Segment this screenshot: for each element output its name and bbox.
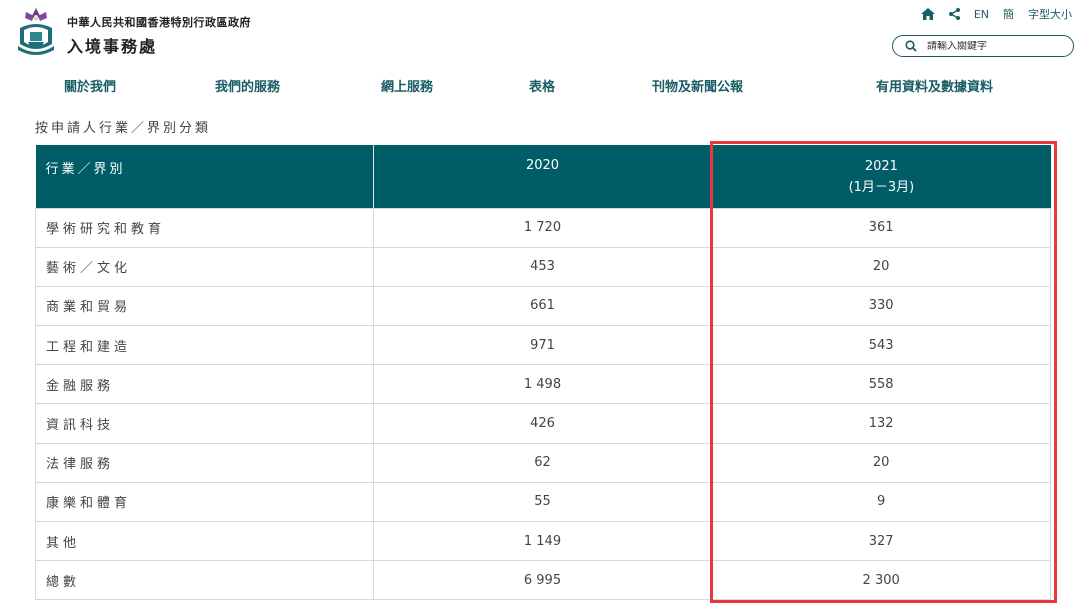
- table-row: 工程和建造 971 543: [35, 325, 1051, 366]
- header-2020: 2020: [373, 145, 713, 208]
- row-2020-cell: 453: [372, 246, 713, 287]
- row-2020-cell: 661: [372, 285, 713, 327]
- nav-our-services[interactable]: 我們的服務: [215, 76, 280, 95]
- row-sector-cell: 總數: [35, 560, 374, 601]
- row-2020-cell: 55: [372, 481, 713, 523]
- row-2020-cell: 1 149: [372, 520, 713, 562]
- row-2020-cell: 971: [372, 325, 713, 366]
- row-2020-cell: 1 498: [372, 364, 713, 405]
- language-simplified-link[interactable]: 簡: [1003, 6, 1014, 22]
- header-sector: 行業／界別: [35, 145, 374, 208]
- department-title[interactable]: 入境事務處: [67, 33, 157, 57]
- statistics-table: 行業／界別 2020 2021 (1月－3月) 學術研究和教育 1 720 361 藝…: [35, 145, 1051, 601]
- table-row: 商業和貿易 661 330: [35, 285, 1051, 327]
- row-sector-cell: 金融服務: [35, 364, 374, 405]
- table-row: 法律服務 62 20: [35, 442, 1051, 483]
- table-row: 其他 1 149 327: [35, 520, 1051, 562]
- table-header-row: 行業／界別 2020 2021 (1月－3月): [35, 145, 1051, 208]
- search-icon[interactable]: [905, 40, 917, 52]
- nav-forms[interactable]: 表格: [529, 76, 555, 95]
- row-2020-cell: 62: [372, 442, 713, 483]
- table-row: 藝術／文化 453 20: [35, 246, 1051, 287]
- row-sector-cell: 康樂和體育: [35, 481, 374, 523]
- share-icon[interactable]: [948, 8, 960, 20]
- row-2021-cell: 132: [711, 403, 1051, 444]
- row-sector-cell: 學術研究和教育: [35, 207, 374, 248]
- row-2021-cell: 361: [711, 207, 1051, 248]
- row-sector-cell: 資訊科技: [35, 403, 374, 444]
- row-2021-cell: 558: [711, 364, 1051, 405]
- row-sector-cell: 商業和貿易: [35, 285, 374, 327]
- table-row: 資訊科技 426 132: [35, 403, 1051, 444]
- home-icon[interactable]: [920, 8, 935, 20]
- row-sector-cell: 工程和建造: [35, 325, 374, 366]
- row-2020-cell: 426: [372, 403, 713, 444]
- row-2021-cell: 543: [711, 325, 1051, 366]
- header-2021-period: (1月－3月): [848, 180, 915, 195]
- table-row: 學術研究和教育 1 720 361: [35, 207, 1051, 248]
- row-2020-cell: 6 995: [372, 560, 713, 601]
- nav-publications-press[interactable]: 刊物及新聞公報: [652, 76, 743, 95]
- table-row: 金融服務 1 498 558: [35, 364, 1051, 405]
- nav-useful-info-statistics[interactable]: 有用資料及數據資料: [876, 76, 993, 95]
- row-sector-cell: 其他: [35, 520, 374, 562]
- table-row: 總數 6 995 2 300: [35, 560, 1051, 601]
- row-2021-cell: 2 300: [711, 560, 1051, 601]
- font-size-link[interactable]: 字型大小: [1028, 6, 1072, 22]
- table-row: 康樂和體育 55 9: [35, 481, 1051, 523]
- site-header: 中華人民共和國香港特別行政區政府 入境事務處 EN 簡 字型大小: [0, 0, 1080, 70]
- nav-online-services[interactable]: 網上服務: [381, 76, 433, 95]
- row-2021-cell: 330: [711, 285, 1051, 327]
- row-2020-cell: 1 720: [372, 207, 713, 248]
- government-title: 中華人民共和國香港特別行政區政府: [67, 16, 251, 29]
- nav-about-us[interactable]: 關於我們: [64, 76, 116, 95]
- row-2021-cell: 20: [711, 246, 1051, 287]
- header-2021: 2021 (1月－3月): [711, 145, 1051, 208]
- search-input[interactable]: [927, 40, 1057, 52]
- row-sector-cell: 藝術／文化: [35, 246, 374, 287]
- hksar-emblem-logo[interactable]: [12, 6, 60, 58]
- search-box[interactable]: [892, 35, 1074, 57]
- table-caption: 按申請人行業／界別分類: [35, 121, 212, 136]
- header-2021-year: 2021: [864, 159, 898, 174]
- main-nav: 關於我們 我們的服務 網上服務 表格 刊物及新聞公報 有用資料及數據資料: [0, 76, 1080, 98]
- row-2021-cell: 9: [711, 481, 1051, 523]
- row-sector-cell: 法律服務: [35, 442, 374, 483]
- utility-links: EN 簡 字型大小: [920, 6, 1072, 22]
- row-2021-cell: 20: [711, 442, 1051, 483]
- language-english-link[interactable]: EN: [974, 8, 989, 21]
- row-2021-cell: 327: [711, 520, 1051, 562]
